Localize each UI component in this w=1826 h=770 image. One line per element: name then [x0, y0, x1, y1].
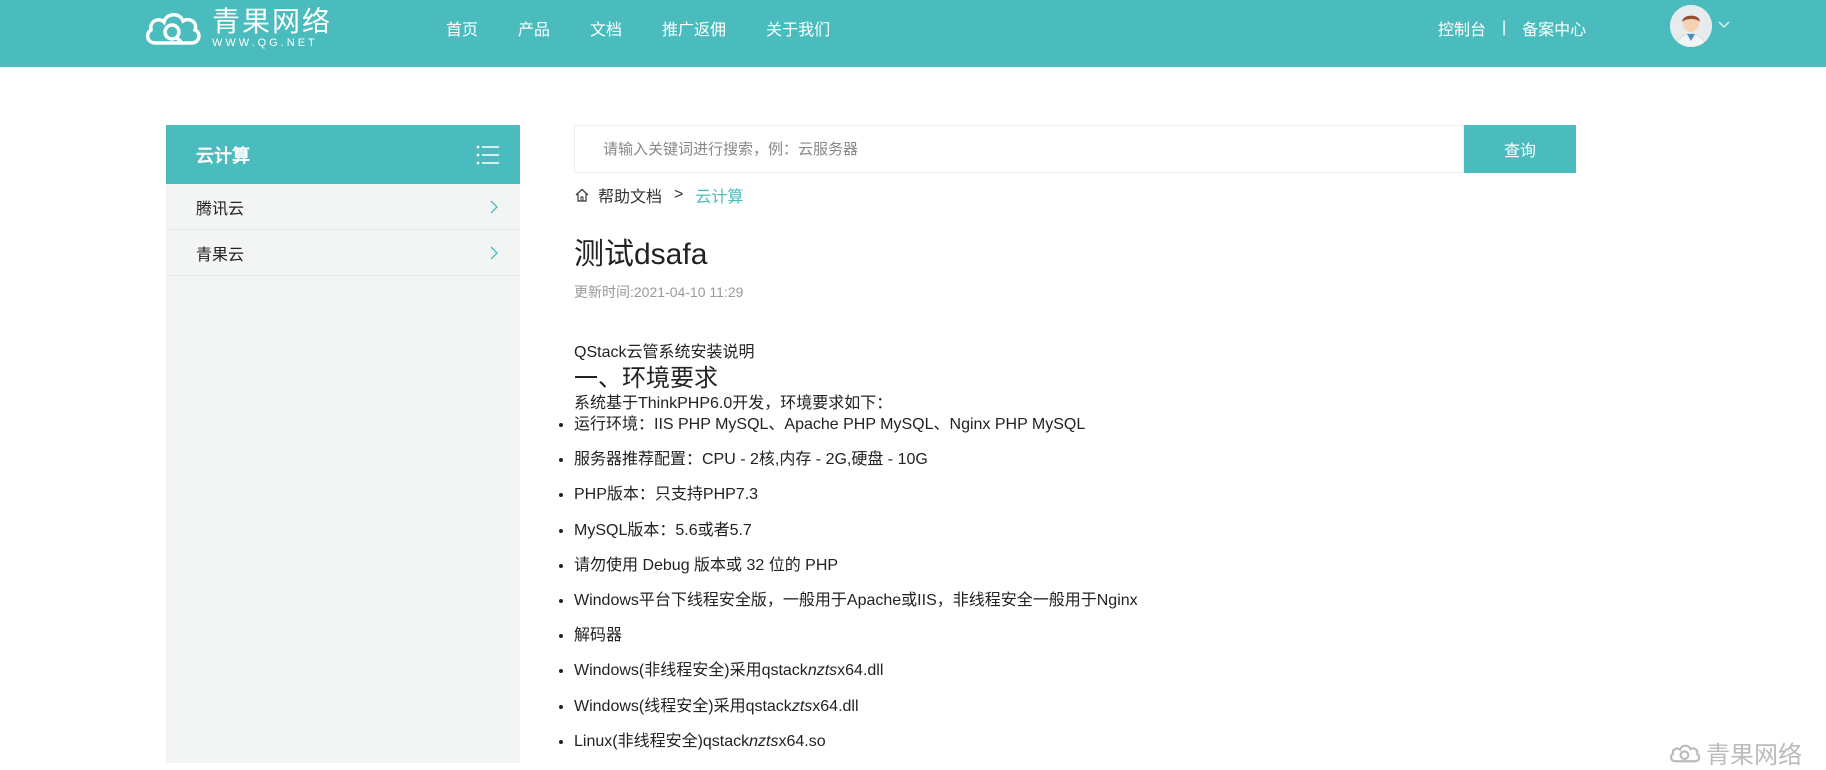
section-heading: 一、环境要求: [574, 365, 718, 392]
user-avatar-icon: [1670, 5, 1712, 47]
sidebar-item-qg-cloud[interactable]: 青果云: [166, 230, 520, 276]
brand-logo[interactable]: 青果网络 WWW.QG.NET: [142, 6, 332, 50]
sidebar-title: 云计算: [196, 145, 250, 166]
nav-item-about[interactable]: 关于我们: [766, 16, 830, 40]
cloud-logo-icon: [145, 13, 201, 45]
decoder-text: Windows(线程安全)采用qstack: [574, 697, 792, 715]
list-item: 解码器: [574, 625, 1574, 646]
decoder-text: Linux(非线程安全)qstack: [574, 732, 750, 750]
section-description: 系统基于ThinkPHP6.0开发，环境要求如下：: [574, 395, 893, 412]
list-item: PHP版本：只支持PHP7.3: [574, 484, 1574, 505]
user-avatar[interactable]: [1670, 5, 1712, 47]
brand-name: 青果网络: [212, 5, 333, 38]
category-sidebar: 云计算 腾讯云 青果云: [166, 125, 520, 763]
breadcrumb-separator: >: [674, 186, 684, 203]
nav-item-docs[interactable]: 文档: [590, 16, 622, 40]
filing-center-link[interactable]: 备案中心: [1522, 16, 1586, 40]
sidebar-item-label: 腾讯云: [196, 200, 245, 218]
list-item: MySQL版本：5.6或者5.7: [574, 520, 1574, 541]
list-item: Windows(非线程安全)采用qstacknztsx64.dll: [574, 660, 1574, 681]
decoder-variant: nzts: [807, 662, 838, 680]
home-icon[interactable]: [574, 187, 590, 203]
sidebar-item-tencent-cloud[interactable]: 腾讯云: [166, 184, 520, 230]
article-updated-time: 更新时间:2021-04-10 11:29: [574, 284, 744, 300]
search-input[interactable]: [574, 125, 1464, 173]
brand-domain: WWW.QG.NET: [212, 37, 318, 49]
cloud-logo-icon: [1669, 744, 1701, 762]
list-item: Linux(非线程安全)qstacknztsx64.so: [574, 731, 1574, 752]
header-right-links: 控制台 | 备案中心: [1438, 0, 1586, 55]
requirements-list: 运行环境：IIS PHP MySQL、Apache PHP MySQL、Ngin…: [574, 414, 1574, 752]
breadcrumb: 帮助文档 > 云计算: [574, 183, 743, 207]
list-item: 服务器推荐配置：CPU - 2核,内存 - 2G,硬盘 - 10G: [574, 449, 1574, 470]
decoder-variant: nzts: [749, 732, 779, 750]
nav-item-affiliate[interactable]: 推广返佣: [662, 16, 726, 40]
main-nav: 首页 产品 文档 推广返佣 关于我们: [446, 0, 870, 55]
list-item: Windows平台下线程安全版，一般用于Apache或IIS，非线程安全一般用于…: [574, 590, 1574, 611]
nav-item-products[interactable]: 产品: [518, 16, 550, 40]
header-separator: |: [1502, 18, 1507, 36]
sidebar-item-label: 青果云: [196, 246, 245, 264]
decoder-file-ext: x64.dll: [837, 662, 884, 680]
chevron-right-icon: [490, 246, 498, 259]
search-button[interactable]: 查询: [1464, 125, 1576, 173]
decoder-file-ext: x64.dll: [812, 697, 859, 715]
chevron-down-icon[interactable]: [1718, 18, 1730, 30]
nav-item-home[interactable]: 首页: [446, 16, 478, 40]
watermark-text: 青果网络: [1706, 741, 1802, 769]
top-navigation-bar: 青果网络 WWW.QG.NET 首页 产品 文档 推广返佣 关于我们 控制台 |…: [0, 0, 1826, 67]
breadcrumb-current[interactable]: 云计算: [695, 183, 743, 207]
breadcrumb-home-link[interactable]: 帮助文档: [598, 183, 662, 207]
decoder-file-ext: x64.so: [778, 732, 826, 750]
list-item: Windows(线程安全)采用qstackztsx64.dll: [574, 696, 1574, 717]
list-menu-icon[interactable]: [476, 145, 500, 165]
article-title: 测试dsafa: [574, 238, 708, 271]
list-item: 运行环境：IIS PHP MySQL、Apache PHP MySQL、Ngin…: [574, 414, 1574, 435]
article-intro: QStack云管系统安装说明: [574, 344, 755, 361]
decoder-variant: zts: [791, 697, 813, 715]
article-content: 测试dsafa 更新时间:2021-04-10 11:29 QStack云管系统…: [574, 232, 1574, 766]
watermark: 青果网络: [1668, 735, 1802, 770]
console-link[interactable]: 控制台: [1438, 16, 1486, 40]
chevron-right-icon: [490, 200, 498, 213]
decoder-text: Windows(非线程安全)采用qstack: [574, 662, 808, 680]
sidebar-header: 云计算: [166, 125, 520, 184]
list-item: 请勿使用 Debug 版本或 32 位的 PHP: [574, 555, 1574, 576]
doc-search-bar: 查询: [574, 125, 1576, 173]
